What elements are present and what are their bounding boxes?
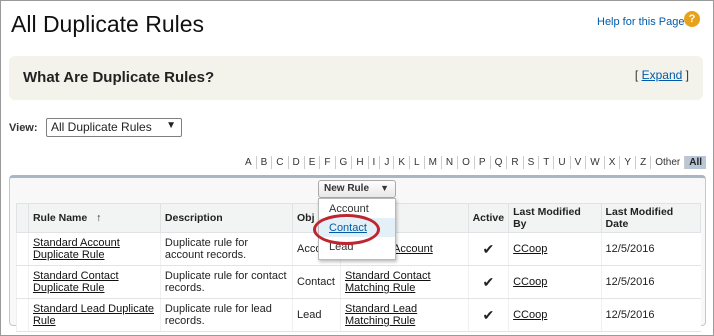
table-row: Standard Contact Duplicate Rule Duplicat… [16,265,701,299]
object-cell: Contact [292,265,341,299]
info-section-title: What Are Duplicate Rules? [23,69,215,86]
alpha-filter-z[interactable]: Z [636,156,652,169]
rule-name-cell: Standard Account Duplicate Rule [27,232,161,266]
alpha-filter-other[interactable]: Other [651,156,686,169]
header-last-modified-by[interactable]: Last Modified By [508,203,602,233]
matching-rule-link[interactable]: Account [393,243,433,255]
info-section: What Are Duplicate Rules? [ Expand ] [9,56,703,100]
rule-name-link[interactable]: Standard Account Duplicate Rule [33,237,120,261]
active-checkmark-icon: ✔ [467,298,509,332]
rule-name-cell: Standard Contact Duplicate Rule [27,265,161,299]
chevron-down-icon: ▼ [166,120,176,131]
new-rule-button[interactable]: New Rule ▼ [318,180,396,198]
header-spacer [16,203,29,233]
active-checkmark-icon: ✔ [467,232,509,266]
table-row: Standard Lead Duplicate Rule Duplicate r… [16,298,701,332]
header-rule-name[interactable]: Rule Name ↑ [27,203,161,233]
alpha-filter-d[interactable]: D [289,156,305,169]
highlight-circle-annotation [313,214,380,245]
chevron-down-icon: ▼ [380,183,389,193]
view-selected-value: All Duplicate Rules [51,120,152,134]
modified-by-cell: CCoop [508,298,602,332]
description-cell: Duplicate rule for account records. [159,232,293,266]
alpha-filter-all[interactable]: All [685,156,706,169]
alpha-filter-r[interactable]: R [507,156,524,169]
matching-rule-link[interactable]: Standard Lead Matching Rule [345,303,417,327]
sort-ascending-icon: ↑ [96,212,102,224]
alpha-filter-p[interactable]: P [475,156,491,169]
header-description[interactable]: Description [159,203,294,233]
alpha-filter-j[interactable]: J [380,156,395,169]
view-label: View: [9,122,38,134]
alpha-filter-l[interactable]: L [410,156,425,169]
row-spacer [16,232,29,266]
alpha-filter-t[interactable]: T [539,156,555,169]
description-cell: Duplicate rule for lead records. [159,298,293,332]
modified-date-cell: 12/5/2016 [600,298,701,332]
modified-by-link[interactable]: CCoop [513,309,547,321]
alpha-filter-h[interactable]: H [352,156,369,169]
alpha-filter-q[interactable]: Q [491,156,508,169]
new-rule-label: New Rule [324,183,370,194]
modified-by-link[interactable]: CCoop [513,243,547,255]
expand-control: [ Expand ] [635,68,689,82]
row-spacer [16,265,29,299]
alphabet-filter: A B C D E F G H I J K L M N O P Q R S T … [241,156,706,169]
alpha-filter-f[interactable]: F [320,156,336,169]
matching-rule-link[interactable]: Standard Contact Matching Rule [345,270,431,294]
alpha-filter-y[interactable]: Y [620,156,637,169]
help-link[interactable]: Help for this Page [597,16,684,28]
matching-rule-cell: Standard Contact Matching Rule [340,265,469,299]
expand-close-bracket: ] [685,68,689,82]
expand-link[interactable]: Expand [642,68,683,82]
alpha-filter-k[interactable]: K [394,156,410,169]
alpha-filter-i[interactable]: I [369,156,381,169]
alpha-filter-v[interactable]: V [571,156,587,169]
modified-by-link[interactable]: CCoop [513,276,547,288]
alpha-filter-w[interactable]: W [586,156,605,169]
alpha-filter-u[interactable]: U [554,156,571,169]
help-icon[interactable]: ? [684,11,700,27]
alpha-filter-x[interactable]: X [605,156,621,169]
active-checkmark-icon: ✔ [467,265,509,299]
alpha-filter-n[interactable]: N [442,156,459,169]
alpha-filter-a[interactable]: A [241,156,257,169]
alpha-filter-g[interactable]: G [336,156,353,169]
expand-open-bracket: [ [634,68,639,82]
alpha-filter-o[interactable]: O [458,156,475,169]
row-spacer [16,298,29,332]
view-select[interactable]: All Duplicate Rules ▼ [46,118,182,137]
object-cell: Lead [292,298,341,332]
rule-name-cell: Standard Lead Duplicate Rule [27,298,161,332]
header-active[interactable]: Active [467,203,510,233]
modified-by-cell: CCoop [508,265,602,299]
modified-date-cell: 12/5/2016 [600,265,701,299]
modified-date-cell: 12/5/2016 [600,232,701,266]
alpha-filter-b[interactable]: B [257,156,273,169]
modified-by-cell: CCoop [508,232,602,266]
alpha-filter-e[interactable]: E [305,156,321,169]
alpha-filter-m[interactable]: M [425,156,442,169]
alpha-filter-s[interactable]: S [524,156,540,169]
matching-rule-cell: Standard Lead Matching Rule [340,298,469,332]
page-title: All Duplicate Rules [11,11,205,37]
header-last-modified-date[interactable]: Last Modified Date [600,203,702,233]
rule-name-link[interactable]: Standard Lead Duplicate Rule [33,303,154,327]
rule-name-link[interactable]: Standard Contact Duplicate Rule [33,270,119,294]
description-cell: Duplicate rule for contact records. [159,265,293,299]
alpha-filter-c[interactable]: C [272,156,289,169]
